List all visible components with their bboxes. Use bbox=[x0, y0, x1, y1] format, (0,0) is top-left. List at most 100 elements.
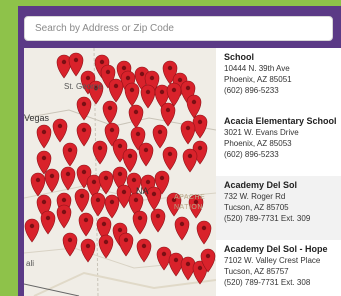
school-city: Tucson, AZ 85757 bbox=[224, 267, 289, 276]
school-list-item[interactable]: Acacia Elementary School 3021 W. Evans D… bbox=[216, 112, 341, 176]
map-marker-dot bbox=[61, 59, 67, 65]
map-label-nation: NATION bbox=[174, 204, 203, 211]
school-list: School 10444 N. 39th Ave Phoenix, AZ 850… bbox=[216, 48, 341, 296]
map-marker-dot bbox=[105, 69, 111, 75]
map-marker-dot bbox=[145, 179, 151, 185]
map-marker-dot bbox=[67, 237, 73, 243]
map-canvas[interactable] bbox=[24, 48, 216, 296]
map-marker-dot bbox=[149, 75, 155, 81]
map-marker-dot bbox=[185, 85, 191, 91]
school-phone: (602) 896-5233 bbox=[224, 150, 279, 159]
school-address: 732 W. Roger Rd bbox=[224, 192, 286, 201]
map-marker-dot bbox=[133, 197, 139, 203]
map-marker-dot bbox=[81, 127, 87, 133]
map-marker-dot bbox=[103, 239, 109, 245]
map-marker-dot bbox=[101, 221, 107, 227]
map-marker-dot bbox=[109, 199, 115, 205]
map-marker-dot bbox=[49, 173, 55, 179]
map-marker-dot bbox=[41, 129, 47, 135]
map-marker-dot bbox=[167, 65, 173, 71]
map-marker-dot bbox=[159, 175, 165, 181]
map-marker-dot bbox=[79, 193, 85, 199]
map-marker-dot bbox=[167, 151, 173, 157]
map-marker-dot bbox=[123, 237, 129, 243]
map-marker-dot bbox=[151, 191, 157, 197]
map-marker-dot bbox=[81, 169, 87, 175]
school-city: Tucson, AZ 85705 bbox=[224, 203, 289, 212]
map-marker-dot bbox=[117, 143, 123, 149]
map-marker-dot bbox=[99, 59, 105, 65]
map-marker-dot bbox=[121, 189, 127, 195]
map-marker-dot bbox=[201, 225, 207, 231]
map-marker-dot bbox=[41, 155, 47, 161]
map-marker-dot bbox=[125, 75, 131, 81]
map-marker-dot bbox=[177, 77, 183, 83]
map-marker-dot bbox=[143, 147, 149, 153]
school-list-item[interactable]: Academy Del Sol - Hope 7102 W. Valley Cr… bbox=[216, 240, 341, 296]
map-marker-dot bbox=[141, 243, 147, 249]
map-marker-dot bbox=[137, 215, 143, 221]
map-marker-dot bbox=[121, 65, 127, 71]
map-label-na: NA bbox=[136, 186, 149, 196]
map-marker-dot bbox=[161, 251, 167, 257]
map-marker-dot bbox=[45, 215, 51, 221]
map-marker-dot bbox=[73, 57, 79, 63]
map-marker-dot bbox=[165, 107, 171, 113]
school-name: School bbox=[224, 52, 255, 62]
map-marker-dot bbox=[113, 83, 119, 89]
school-phone: (602) 896-5233 bbox=[224, 86, 279, 95]
map-marker-dot bbox=[127, 153, 133, 159]
school-address: 10444 N. 39th Ave bbox=[224, 64, 290, 73]
school-list-item[interactable]: School 10444 N. 39th Ave Phoenix, AZ 850… bbox=[216, 48, 341, 112]
school-address: 7102 W. Valley Crest Place bbox=[224, 256, 321, 265]
map-marker-dot bbox=[135, 131, 141, 137]
map-marker-dot bbox=[191, 99, 197, 105]
map-marker-dot bbox=[171, 87, 177, 93]
map-marker-dot bbox=[83, 217, 89, 223]
school-name: Acacia Elementary School bbox=[224, 116, 337, 126]
results-panel: St. George Vegas NA APACHE NATION ali Sc… bbox=[24, 48, 341, 296]
map-marker-dot bbox=[197, 145, 203, 151]
search-input[interactable] bbox=[25, 17, 332, 40]
map-marker-dot bbox=[61, 209, 67, 215]
map-marker-dot bbox=[185, 125, 191, 131]
map-marker-dot bbox=[29, 223, 35, 229]
map-marker-dot bbox=[131, 177, 137, 183]
map-marker-dot bbox=[81, 101, 87, 107]
map-marker-dot bbox=[67, 147, 73, 153]
map-marker-dot bbox=[117, 227, 123, 233]
map-marker-dot bbox=[197, 119, 203, 125]
accent-stripe-top bbox=[0, 0, 341, 6]
map-marker-dot bbox=[185, 261, 191, 267]
map-marker-dot bbox=[91, 179, 97, 185]
map-marker-dot bbox=[61, 197, 67, 203]
school-city: Phoenix, AZ 85053 bbox=[224, 139, 292, 148]
school-phone: (520) 789-7731 Ext. 308 bbox=[224, 278, 311, 287]
school-phone: (520) 789-7731 Ext. 309 bbox=[224, 214, 311, 223]
map-marker-dot bbox=[57, 123, 63, 129]
map-view[interactable]: St. George Vegas NA APACHE NATION ali bbox=[24, 48, 216, 296]
map-marker-dot bbox=[109, 127, 115, 133]
map-marker-dot bbox=[129, 87, 135, 93]
school-name: Academy Del Sol bbox=[224, 180, 298, 190]
map-label-mali: ali bbox=[26, 259, 35, 268]
map-marker-dot bbox=[35, 177, 41, 183]
map-marker-dot bbox=[145, 89, 151, 95]
map-marker-dot bbox=[95, 197, 101, 203]
map-marker-dot bbox=[187, 153, 193, 159]
school-list-item[interactable]: Academy Del Sol 732 W. Roger Rd Tucson, … bbox=[216, 176, 341, 240]
map-marker-dot bbox=[159, 89, 165, 95]
school-address: 3021 W. Evans Drive bbox=[224, 128, 299, 137]
map-marker-dot bbox=[205, 253, 211, 259]
accent-stripe-left bbox=[0, 0, 18, 296]
map-marker-dot bbox=[117, 171, 123, 177]
map-marker-dot bbox=[155, 213, 161, 219]
search-box[interactable] bbox=[24, 16, 333, 41]
map-marker-dot bbox=[107, 105, 113, 111]
school-city: Phoenix, AZ 85051 bbox=[224, 75, 292, 84]
map-label-apache: APACHE bbox=[174, 194, 206, 201]
map-label-st-george: St. George bbox=[64, 82, 103, 91]
map-label-vegas: Vegas bbox=[24, 113, 50, 123]
map-marker-dot bbox=[85, 243, 91, 249]
map-marker-dot bbox=[139, 71, 145, 77]
